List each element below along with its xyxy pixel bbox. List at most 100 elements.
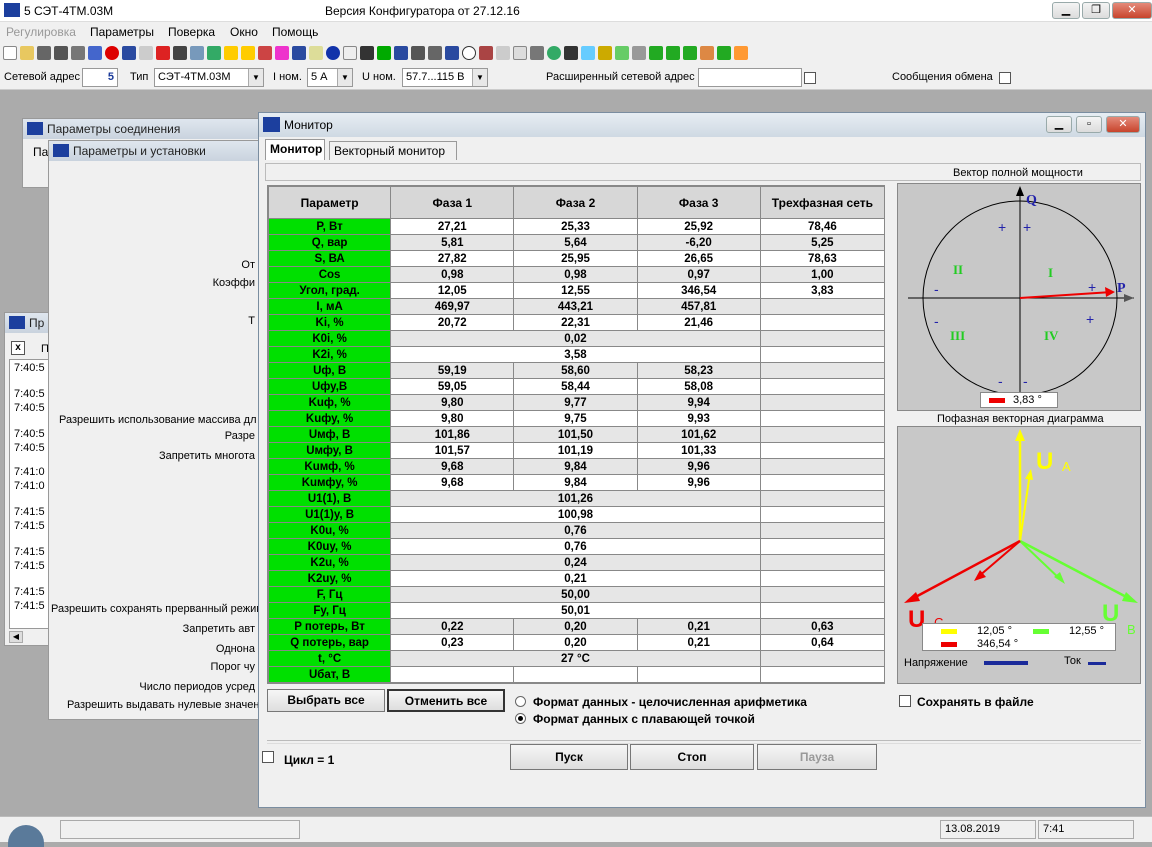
minimize-button[interactable]: ▁: [1052, 2, 1080, 19]
bottle3-icon[interactable]: [683, 46, 697, 60]
tab-vector-monitor[interactable]: Векторный монитор: [329, 141, 457, 160]
param-name-cell[interactable]: U1(1)у, В: [268, 506, 392, 523]
table-row[interactable]: Kuмф, % 9,68 9,84 9,96: [268, 458, 884, 475]
tab-monitor[interactable]: Монитор: [265, 139, 325, 160]
unom-select[interactable]: 57.7...115 В ▼: [402, 68, 488, 87]
table-row[interactable]: Fy, Гц 50,01: [268, 602, 884, 619]
connect-icon[interactable]: [88, 46, 102, 60]
close-doc-icon[interactable]: [513, 46, 527, 60]
select-all-button[interactable]: Выбрать все: [267, 689, 385, 712]
start-orb-icon[interactable]: [8, 825, 44, 847]
param-name-cell[interactable]: Uмфу, В: [268, 442, 392, 459]
col-header-phase1[interactable]: Фаза 1: [390, 186, 515, 219]
table-row[interactable]: K0i, % 0,02: [268, 330, 884, 347]
parameters-table[interactable]: Параметр Фаза 1 Фаза 2 Фаза 3 Трехфазная…: [267, 185, 885, 684]
close-icon[interactable]: x: [11, 341, 25, 355]
param-name-cell[interactable]: Kuф, %: [268, 394, 392, 411]
param-name-cell[interactable]: Q, вар: [268, 234, 392, 251]
table-row[interactable]: K2i, % 3,58: [268, 346, 884, 363]
monitor-maximize-button[interactable]: ▫: [1076, 116, 1102, 133]
param-name-cell[interactable]: Uф, В: [268, 362, 392, 379]
col-header-param[interactable]: Параметр: [268, 186, 392, 219]
tools2-icon[interactable]: [734, 46, 748, 60]
param-name-cell[interactable]: P, Вт: [268, 218, 392, 235]
monitor-minimize-button[interactable]: ▁: [1046, 116, 1072, 133]
param-name-cell[interactable]: Uбат, В: [268, 666, 392, 683]
param-name-cell[interactable]: Cos: [268, 266, 392, 283]
printer-icon[interactable]: [139, 46, 153, 60]
sigma-icon[interactable]: [564, 46, 578, 60]
palette-icon[interactable]: [275, 46, 289, 60]
table-row[interactable]: Uмфу, В 101,57 101,19 101,33: [268, 442, 884, 459]
param-name-cell[interactable]: K0u, %: [268, 522, 392, 539]
param-name-cell[interactable]: Kuмфу, %: [268, 474, 392, 491]
anchor-icon[interactable]: [411, 46, 425, 60]
meter-icon[interactable]: [173, 46, 187, 60]
col-header-phase2[interactable]: Фаза 2: [513, 186, 638, 219]
col-header-three-phase[interactable]: Трехфазная сеть: [759, 186, 884, 219]
rate-icon[interactable]: [479, 46, 493, 60]
param-name-cell[interactable]: I, мА: [268, 298, 392, 315]
maximize-button[interactable]: ❐: [1082, 2, 1110, 19]
new-icon[interactable]: [3, 46, 17, 60]
grid-icon[interactable]: [292, 46, 306, 60]
param-name-cell[interactable]: F, Гц: [268, 586, 392, 603]
type-select[interactable]: СЭТ-4ТМ.03М ▼: [154, 68, 264, 87]
table-row[interactable]: K0u, % 0,76: [268, 522, 884, 539]
param-name-cell[interactable]: K0uy, %: [268, 538, 392, 555]
table-row[interactable]: U1(1)у, В 100,98: [268, 506, 884, 523]
bottle-icon[interactable]: [649, 46, 663, 60]
param-name-cell[interactable]: K0i, %: [268, 330, 392, 347]
chip-icon[interactable]: [360, 46, 374, 60]
table-row[interactable]: Kuф, % 9,80 9,77 9,94: [268, 394, 884, 411]
net-addr-input[interactable]: 5: [82, 68, 118, 87]
export-icon[interactable]: [632, 46, 646, 60]
hand-icon[interactable]: [615, 46, 629, 60]
table-row[interactable]: Ki, % 20,72 22,31 21,46: [268, 314, 884, 331]
format-int-radio[interactable]: [515, 696, 526, 707]
param-name-cell[interactable]: t, °C: [268, 650, 392, 667]
param-name-cell[interactable]: Kuфу, %: [268, 410, 392, 427]
disk-icon[interactable]: [71, 46, 85, 60]
pin-icon[interactable]: [598, 46, 612, 60]
param-name-cell[interactable]: Kuмф, %: [268, 458, 392, 475]
param-name-cell[interactable]: K2i, %: [268, 346, 392, 363]
bar-chart-icon[interactable]: [258, 46, 272, 60]
stop-button[interactable]: Стоп: [630, 744, 754, 770]
cycle-checkbox[interactable]: [262, 751, 274, 763]
bulb-icon[interactable]: [224, 46, 238, 60]
document-icon[interactable]: [309, 46, 323, 60]
globe-icon[interactable]: [207, 46, 221, 60]
table-row[interactable]: Uмф, В 101,86 101,50 101,62: [268, 426, 884, 443]
inom-select[interactable]: 5 А ▼: [307, 68, 353, 87]
table-row[interactable]: Uф, В 59,19 58,60 58,23: [268, 362, 884, 379]
table-row[interactable]: Uбат, В: [268, 666, 884, 683]
cancel-all-button[interactable]: Отменить все: [387, 689, 505, 712]
menu-verification[interactable]: Поверка: [168, 25, 215, 39]
param-name-cell[interactable]: Uмф, В: [268, 426, 392, 443]
pause-button[interactable]: Пауза: [757, 744, 877, 770]
settings-icon[interactable]: [530, 46, 544, 60]
scroll-left-icon[interactable]: ◀: [9, 631, 23, 643]
table-row[interactable]: t, °C 27 °C: [268, 650, 884, 667]
param-name-cell[interactable]: Ki, %: [268, 314, 392, 331]
table-row[interactable]: Угол, град. 12,05 12,55 346,54 3,83: [268, 282, 884, 299]
info-icon[interactable]: [326, 46, 340, 60]
menu-window[interactable]: Окно: [230, 25, 258, 39]
param-name-cell[interactable]: K2uy, %: [268, 570, 392, 587]
param-name-cell[interactable]: Uфу,В: [268, 378, 392, 395]
device-icon[interactable]: [122, 46, 136, 60]
ext-addr-checkbox[interactable]: [804, 72, 816, 84]
table-row[interactable]: S, ВА 27,82 25,95 26,65 78,63: [268, 250, 884, 267]
picture-icon[interactable]: [496, 46, 510, 60]
exchange-checkbox[interactable]: [999, 72, 1011, 84]
table-row[interactable]: Cos 0,98 0,98 0,97 1,00: [268, 266, 884, 283]
table-row[interactable]: U1(1), В 101,26: [268, 490, 884, 507]
table-row[interactable]: I, мА 469,97 443,21 457,81: [268, 298, 884, 315]
param-name-cell[interactable]: P потерь, Вт: [268, 618, 392, 635]
clock-icon[interactable]: [462, 46, 476, 60]
col-header-phase3[interactable]: Фаза 3: [636, 186, 761, 219]
list-icon[interactable]: [343, 46, 357, 60]
table-row[interactable]: Q потерь, вар 0,23 0,20 0,21 0,64: [268, 634, 884, 651]
save-icon[interactable]: [37, 46, 51, 60]
